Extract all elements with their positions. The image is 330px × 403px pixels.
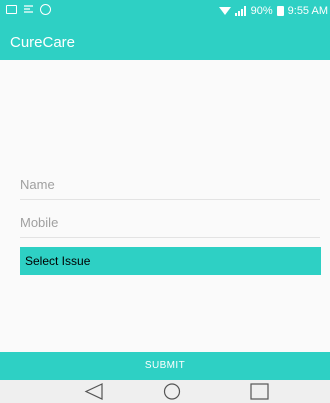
battery-icon — [276, 6, 284, 16]
navigation-bar — [0, 380, 330, 403]
name-input[interactable]: Name — [20, 172, 320, 200]
submit-button[interactable]: SUBMIT — [0, 352, 330, 380]
app-title: CureCare — [10, 34, 76, 51]
battery-percent: 90% — [250, 5, 273, 17]
back-icon[interactable] — [74, 380, 114, 403]
recent-apps-icon[interactable] — [240, 380, 280, 403]
status-right-icons: 90% 9:55 AM — [218, 5, 328, 17]
wifi-icon — [218, 7, 231, 15]
image-icon — [6, 5, 17, 14]
status-time: 9:55 AM — [287, 5, 328, 17]
app-header: 90% 9:55 AM CureCare — [0, 0, 330, 60]
signal-icon — [234, 6, 247, 16]
status-bar: 90% 9:55 AM — [0, 0, 330, 24]
home-icon[interactable] — [152, 380, 192, 403]
select-issue-dropdown[interactable]: Select Issue — [20, 247, 321, 275]
mobile-input[interactable]: Mobile — [20, 210, 320, 238]
check-circle-icon — [40, 4, 51, 15]
status-left-icons — [6, 4, 51, 15]
mail-icon — [23, 5, 34, 14]
